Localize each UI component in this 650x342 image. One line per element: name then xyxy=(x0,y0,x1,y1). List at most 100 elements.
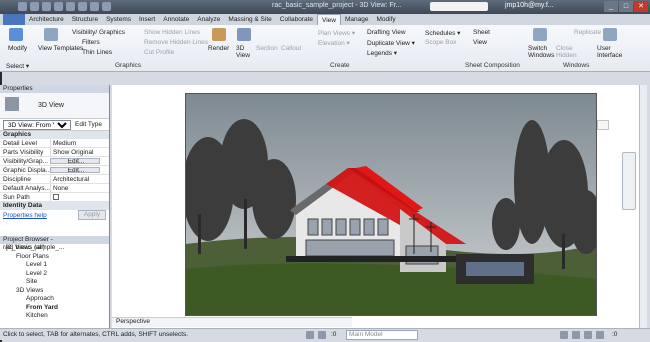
minimize-button[interactable]: _ xyxy=(604,1,618,12)
property-value[interactable] xyxy=(50,193,100,201)
apply-button[interactable]: Apply xyxy=(78,210,106,220)
quick-access-toolbar[interactable] xyxy=(18,2,148,12)
section-button[interactable]: Section xyxy=(256,45,278,52)
elevation-button[interactable]: Elevation ▾ xyxy=(318,39,350,47)
status-bar: Click to select, TAB for alternates, CTR… xyxy=(0,328,650,340)
design-options-icon[interactable] xyxy=(318,331,326,339)
graphics-panel-label: Graphics xyxy=(115,62,142,69)
browser-tree: [0] Views (all)Floor PlansLevel 1Level 2… xyxy=(0,244,109,321)
maximize-button[interactable]: □ xyxy=(619,1,633,12)
3d-view-icon[interactable] xyxy=(237,28,251,41)
render-icon[interactable] xyxy=(212,28,226,41)
browser-item[interactable]: Site xyxy=(0,278,109,287)
tab-systems[interactable]: Systems xyxy=(102,14,135,25)
edit-type-button[interactable]: Edit Type xyxy=(75,121,102,128)
tab-annotate[interactable]: Annotate xyxy=(159,14,193,25)
switch-windows-button[interactable]: Switch Windows xyxy=(528,45,554,59)
duplicate-view-button[interactable]: Duplicate View ▾ xyxy=(367,39,415,47)
property-key: Visibility/Grap... xyxy=(3,158,49,165)
browser-item[interactable]: Kitchen xyxy=(0,312,109,321)
scope-box-button[interactable]: Scope Box xyxy=(425,39,456,46)
tab-manage[interactable]: Manage xyxy=(341,14,373,25)
identity-data-group-header[interactable]: Identity Data xyxy=(0,202,109,210)
graphics-group-header[interactable]: Graphics xyxy=(0,131,109,139)
remove-hidden-lines-button[interactable]: Remove Hidden Lines xyxy=(144,39,208,46)
filters-button[interactable]: Filters xyxy=(82,39,100,46)
browser-item[interactable]: 3D Views xyxy=(0,287,109,296)
sun-path-checkbox[interactable] xyxy=(53,194,59,201)
tab-modify[interactable]: Modify xyxy=(373,14,400,25)
replicate-button[interactable]: Replicate xyxy=(574,29,601,36)
3d-view-button[interactable]: 3D View xyxy=(236,45,254,59)
viewcube-icon[interactable] xyxy=(597,120,609,130)
cut-profile-button[interactable]: Cut Profile xyxy=(144,49,174,56)
legends-button[interactable]: Legends ▾ xyxy=(367,49,397,57)
properties-help-link[interactable]: Properties help xyxy=(3,212,47,219)
select-panel-label[interactable]: Select ▾ xyxy=(6,62,29,70)
show-hidden-lines-button[interactable]: Show Hidden Lines xyxy=(144,29,200,36)
3d-model-view[interactable] xyxy=(185,93,597,316)
select-pinned-icon[interactable] xyxy=(596,331,604,339)
worksets-icon[interactable] xyxy=(306,331,314,339)
filter-icon[interactable] xyxy=(560,331,568,339)
project-browser-title: Project Browser - rac_basic_sample_... xyxy=(0,236,109,251)
close-hidden-button[interactable]: Close Hidden xyxy=(556,45,580,59)
view-templates-icon[interactable] xyxy=(44,28,58,41)
plan-views-button[interactable]: Plan Views ▾ xyxy=(318,29,355,37)
modify-button[interactable]: Modify xyxy=(8,45,27,52)
select-links-icon[interactable] xyxy=(572,331,580,339)
thin-lines-button[interactable]: Thin Lines xyxy=(82,49,112,56)
tab-view[interactable]: View xyxy=(317,14,341,25)
browser-item[interactable]: Level 1 xyxy=(0,261,109,270)
browser-item[interactable]: Level 2 xyxy=(0,270,109,279)
select-underlay-icon[interactable] xyxy=(584,331,592,339)
vertical-scrollbar[interactable] xyxy=(639,85,647,328)
visibility-graphics-button[interactable]: Visibility/ Graphics xyxy=(72,29,125,36)
property-value[interactable]: Show Original xyxy=(50,148,100,156)
selection-count: :0 xyxy=(331,331,337,338)
tab-analyze[interactable]: Analyze xyxy=(193,14,224,25)
property-value[interactable]: Architectural xyxy=(50,175,100,183)
property-row: Sun Path xyxy=(0,193,109,202)
property-rows: Detail Level Medium Parts Visibility Show O… xyxy=(0,139,109,202)
instance-filter-select[interactable]: 3D View: From Yard xyxy=(3,120,71,130)
browser-item[interactable]: Approach xyxy=(0,295,109,304)
schedules-button[interactable]: Schedules ▾ xyxy=(425,29,460,37)
view-placement-button[interactable]: View xyxy=(473,39,487,46)
ribbon: Modify View Templates Visibility/ Graphi… xyxy=(0,25,650,72)
tab-structure[interactable]: Structure xyxy=(68,14,102,25)
type-selector[interactable]: 3D View xyxy=(0,93,109,119)
rendered-house-scene xyxy=(186,94,596,315)
browser-item[interactable]: From Yard xyxy=(0,304,109,313)
user-account[interactable]: jmp10h@my.f... xyxy=(505,2,554,9)
property-value[interactable]: Medium xyxy=(50,139,100,147)
sheet-button[interactable]: Sheet xyxy=(473,29,490,36)
tab-collaborate[interactable]: Collaborate xyxy=(276,14,317,25)
close-button[interactable]: ✕ xyxy=(634,1,648,12)
view-scale-label[interactable]: Perspective xyxy=(116,318,150,325)
render-button[interactable]: Render xyxy=(208,45,229,52)
model-selector[interactable]: Main Model xyxy=(346,330,418,340)
user-interface-icon[interactable] xyxy=(603,28,617,41)
property-row: Parts Visibility Show Original xyxy=(0,148,109,157)
search-input[interactable] xyxy=(430,2,488,11)
user-interface-button[interactable]: User Interface xyxy=(597,45,627,59)
modify-icon[interactable] xyxy=(9,28,23,41)
application-menu-button[interactable] xyxy=(3,14,25,25)
property-edit-button[interactable]: Edit... xyxy=(50,158,100,164)
callout-button[interactable]: Callout xyxy=(281,45,301,52)
navigation-bar[interactable] xyxy=(622,152,636,210)
switch-windows-icon[interactable] xyxy=(533,28,547,41)
tab-architecture[interactable]: Architecture xyxy=(25,14,68,25)
tab-massing-site[interactable]: Massing & Site xyxy=(224,14,275,25)
properties-title: Properties xyxy=(0,85,109,93)
browser-item[interactable]: Floor Plans xyxy=(0,253,109,262)
property-key: Discipline xyxy=(3,176,31,183)
property-value[interactable]: None xyxy=(50,184,100,192)
property-row: Graphic Displa... Edit... xyxy=(0,166,109,175)
drafting-view-button[interactable]: Drafting View xyxy=(367,29,406,36)
view-templates-button[interactable]: View Templates xyxy=(38,45,83,52)
property-edit-button[interactable]: Edit... xyxy=(50,167,100,173)
tab-insert[interactable]: Insert xyxy=(135,14,159,25)
property-row: Discipline Architectural xyxy=(0,175,109,184)
